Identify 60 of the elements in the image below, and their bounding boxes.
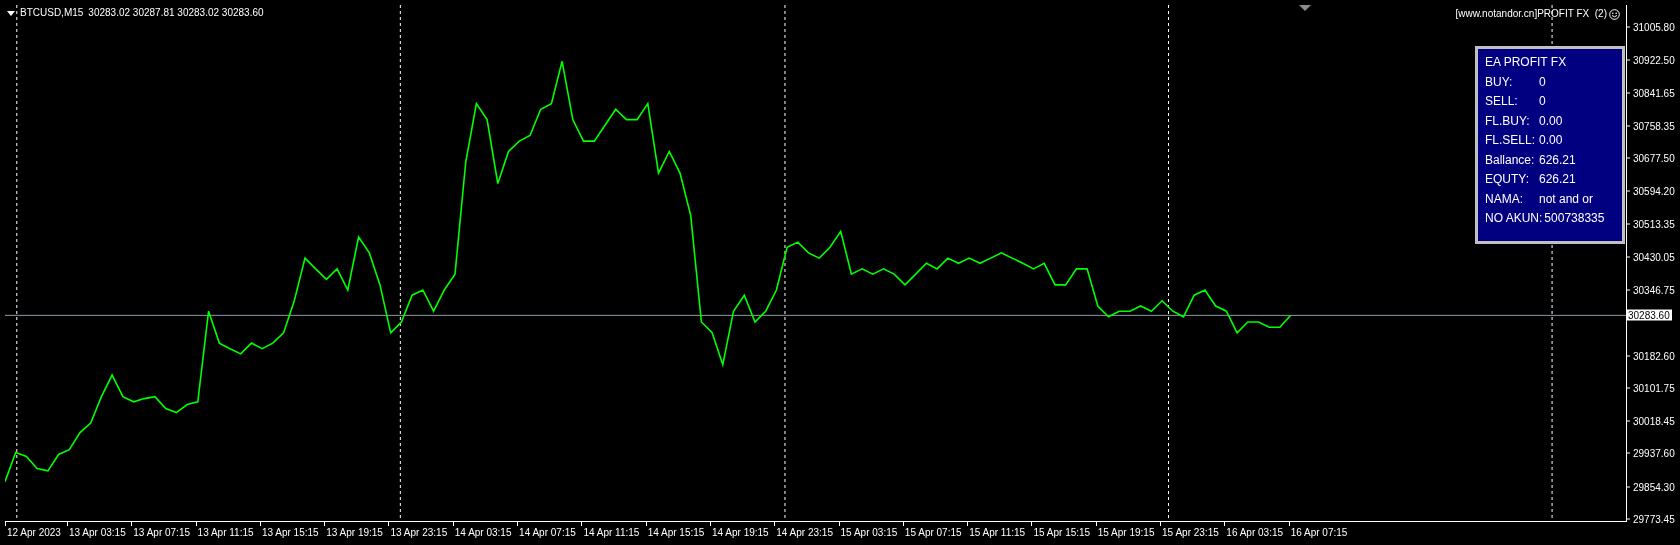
info-value: 0	[1539, 93, 1546, 110]
chart-shift-icon[interactable]	[1299, 5, 1311, 11]
info-value: 0	[1539, 73, 1546, 91]
smiley-icon[interactable]	[1609, 8, 1620, 20]
time-axis-label: 14 Apr 23:15	[776, 527, 833, 539]
price-axis-label: 30346.75	[1633, 284, 1675, 296]
time-axis-label: 16 Apr 03:15	[1226, 527, 1284, 539]
info-label: NAMA:	[1485, 190, 1524, 208]
info-value: 0.00	[1539, 132, 1563, 149]
price-axis-label: 29773.45	[1633, 513, 1675, 525]
time-axis-label: 14 Apr 07:15	[519, 527, 576, 539]
info-label: FL.BUY:	[1485, 112, 1531, 130]
info-label: BUY:	[1485, 73, 1514, 91]
time-axis-label: 15 Apr 07:15	[904, 527, 962, 539]
price-axis-label: 30430.05	[1633, 251, 1675, 263]
info-label: SELL:	[1485, 93, 1519, 110]
time-axis-label: 14 Apr 03:15	[454, 527, 512, 539]
time-axis-label: 15 Apr 23:15	[1162, 527, 1219, 539]
price-axis-label: 30841.65	[1633, 87, 1675, 99]
chart-quotes: 30283.02 30287.81 30283.02 30283.60	[88, 7, 264, 19]
price-axis-label: 30677.50	[1633, 152, 1675, 164]
info-label: Ballance:	[1485, 151, 1536, 169]
time-axis-label: 13 Apr 07:15	[133, 527, 190, 539]
price-axis-label: 30513.35	[1633, 218, 1675, 230]
time-axis-label: 12 Apr 2023	[7, 527, 61, 539]
time-axis-label: 16 Apr 07:15	[1290, 527, 1348, 539]
info-label: NO AKUN:	[1485, 210, 1543, 227]
time-axis-label: 15 Apr 03:15	[840, 527, 898, 539]
price-axis-label: 30101.75	[1633, 382, 1675, 394]
time-axis-label: 14 Apr 11:15	[583, 527, 640, 539]
time-axis-label: 13 Apr 19:15	[326, 527, 383, 539]
price-axis-label: 30018.45	[1633, 415, 1675, 427]
price-axis-label: 30922.50	[1633, 54, 1675, 66]
price-axis-label: 31005.80	[1633, 21, 1675, 33]
time-axis-label: 13 Apr 11:15	[197, 527, 254, 539]
time-axis-label: 13 Apr 03:15	[69, 527, 126, 539]
info-value: 626.21	[1539, 151, 1576, 169]
dropdown-icon[interactable]	[7, 10, 15, 16]
price-axis-label: 30182.60	[1633, 350, 1675, 362]
time-axis-label: 15 Apr 19:15	[1097, 527, 1155, 539]
info-label: EQUTY:	[1485, 171, 1530, 188]
info-value: not and or	[1539, 190, 1594, 208]
time-axis-label: 14 Apr 15:15	[647, 527, 705, 539]
time-axis-label: 13 Apr 15:15	[261, 527, 319, 539]
price-axis-label: 30594.20	[1633, 185, 1675, 197]
chart-symbol-title: BTCUSD,M15	[20, 7, 84, 19]
price-axis-label: 30758.35	[1633, 120, 1675, 132]
price-axis-label: 29937.60	[1633, 448, 1675, 459]
expert-label: [www.notandor.cn]PROFIT FX (2)	[1455, 8, 1607, 20]
panel-title: EA PROFIT FX	[1485, 54, 1568, 71]
current-price-label: 30283.60	[1626, 309, 1672, 321]
info-value: 626.21	[1539, 171, 1576, 188]
price-axis-label: 29854.30	[1633, 481, 1675, 493]
time-axis-label: 13 Apr 23:15	[390, 527, 448, 539]
info-value: 500738335	[1544, 210, 1605, 227]
time-axis-label: 15 Apr 15:15	[1033, 527, 1091, 539]
time-axis-label: 14 Apr 19:15	[711, 527, 769, 539]
info-label: FL.SELL:	[1485, 132, 1537, 149]
info-value: 0.00	[1539, 112, 1563, 130]
time-axis-label: 15 Apr 11:15	[969, 527, 1026, 539]
